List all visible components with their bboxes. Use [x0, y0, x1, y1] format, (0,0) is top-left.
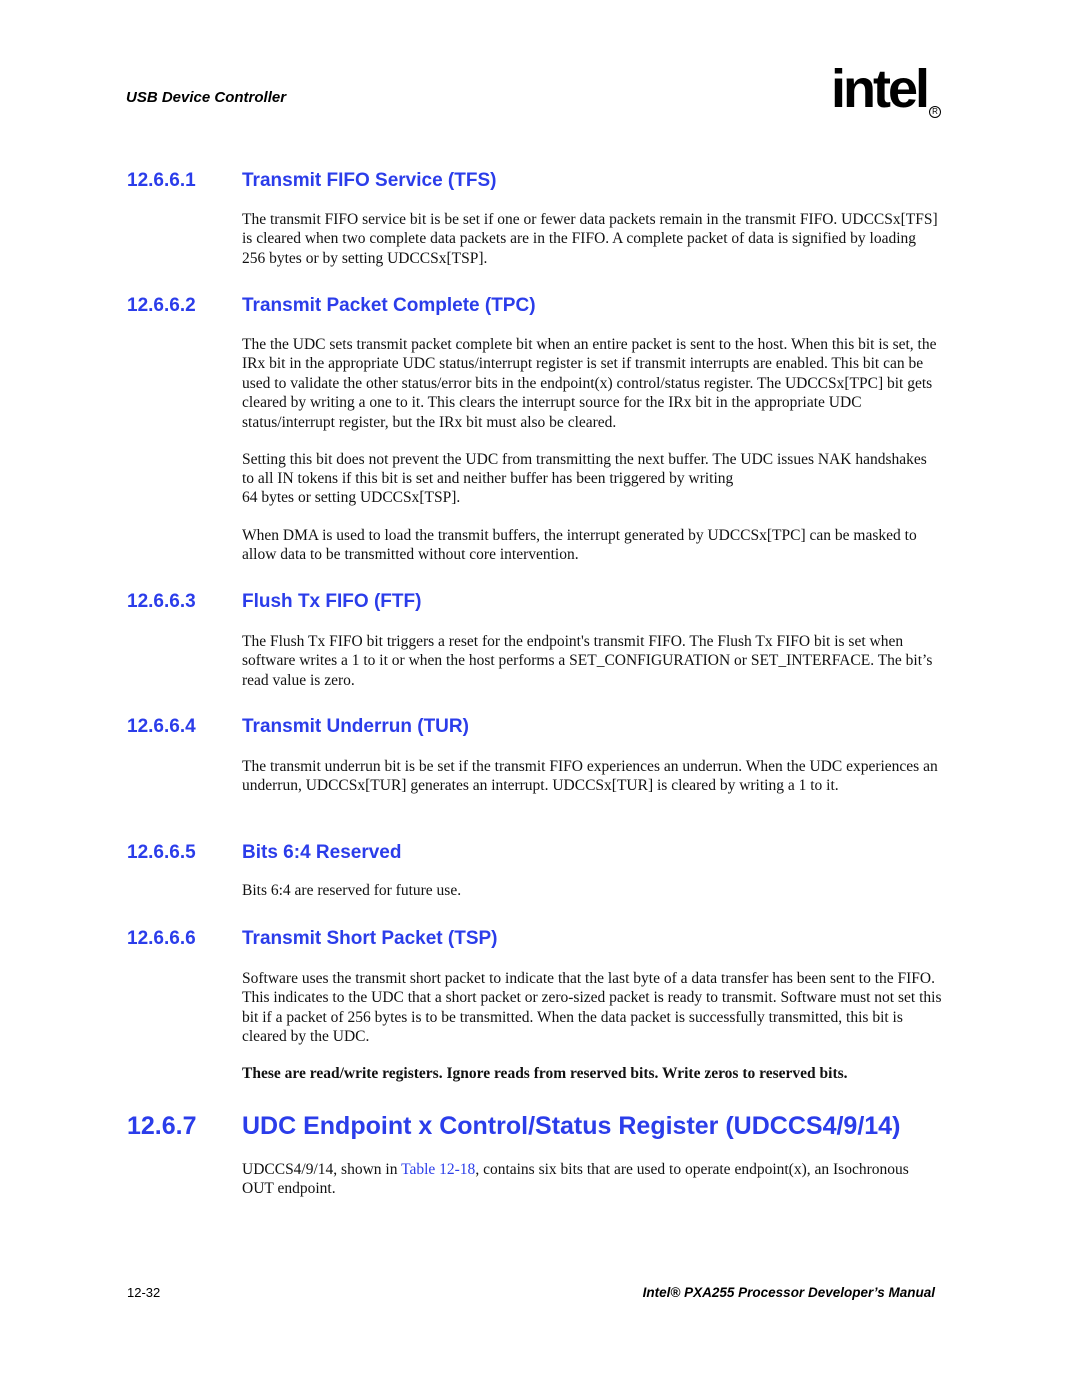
section-heading-tpc: 12.6.6.2 Transmit Packet Complete (TPC)	[127, 295, 536, 317]
registered-trademark-icon: R	[929, 106, 941, 118]
document-page: USB Device Controller intel R 12.6.6.1 Tr…	[0, 0, 1080, 1397]
section-title: Transmit Underrun (TUR)	[242, 716, 469, 737]
paragraph-tur: The transmit underrun bit is be set if t…	[242, 758, 938, 795]
section-heading-ftf: 12.6.6.3 Flush Tx FIFO (FTF)	[127, 591, 421, 613]
section-number: 12.6.6.6	[127, 928, 196, 949]
paragraph-udccs: UDCCS4/9/14, shown in Table 12-18, conta…	[242, 1160, 942, 1199]
paragraph-text: UDCCS4/9/14, shown in	[242, 1161, 402, 1178]
section-heading-tsp: 12.6.6.6 Transmit Short Packet (TSP)	[127, 928, 498, 950]
section-title: Transmit Packet Complete (TPC)	[242, 295, 536, 316]
section-title: Flush Tx FIFO (FTF)	[242, 591, 422, 612]
paragraph-ftf: The Flush Tx FIFO bit triggers a reset f…	[242, 633, 933, 689]
paragraph-tpc-1: The the UDC sets transmit packet complet…	[242, 336, 937, 431]
section-number: 12.6.6.4	[127, 716, 196, 737]
section-heading-udccs: 12.6.7 UDC Endpoint x Control/Status Regi…	[127, 1112, 900, 1141]
intel-logo: intel R	[831, 62, 951, 132]
paragraph-tpc-2: Setting this bit does not prevent the UD…	[242, 451, 927, 488]
intel-logo-wordmark: intel	[831, 59, 930, 119]
page-number: 12-32	[127, 1285, 161, 1300]
running-header-title: USB Device Controller	[126, 89, 287, 106]
section-heading-tur: 12.6.6.4 Transmit Underrun (TUR)	[127, 716, 469, 738]
section-number: 12.6.6.2	[127, 295, 196, 316]
section-heading-tfs: 12.6.6.1 Transmit FIFO Service (TFS)	[127, 170, 496, 192]
paragraph-tsp: Software uses the transmit short packet …	[242, 970, 942, 1046]
section-number: 12.6.6.5	[127, 842, 196, 863]
paragraph-tfs: The transmit FIFO service bit is be set …	[242, 211, 938, 267]
section-title: Transmit FIFO Service (TFS)	[242, 170, 497, 191]
paragraph-tpc-2-cont: 64 bytes or setting UDCCSx[TSP].	[242, 489, 461, 506]
section-number: 12.6.6.3	[127, 591, 196, 612]
section-title: Transmit Short Packet (TSP)	[242, 928, 498, 949]
section-heading-reserved: 12.6.6.5 Bits 6:4 Reserved	[127, 842, 401, 864]
register-note: These are read/write registers. Ignore r…	[242, 1065, 848, 1082]
section-number: 12.6.6.1	[127, 170, 196, 191]
paragraph-reserved: Bits 6:4 are reserved for future use.	[242, 882, 462, 899]
table-12-18-link[interactable]: Table 12-18	[401, 1161, 475, 1178]
section-number: 12.6.7	[127, 1112, 197, 1140]
manual-title: Intel® PXA255 Processor Developer’s Manu…	[642, 1285, 935, 1300]
section-title: UDC Endpoint x Control/Status Register (…	[242, 1112, 901, 1140]
section-title: Bits 6:4 Reserved	[242, 842, 402, 863]
paragraph-tpc-3: When DMA is used to load the transmit bu…	[242, 527, 917, 564]
